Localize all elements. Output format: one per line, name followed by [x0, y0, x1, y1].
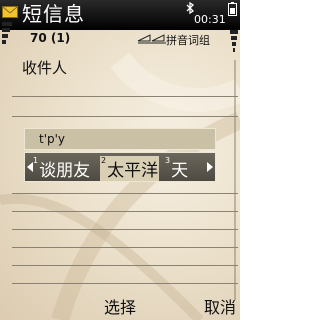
- clock: 00:31: [194, 13, 226, 26]
- recipient-field-label[interactable]: 收件人: [22, 57, 67, 78]
- candidate-3[interactable]: 3天: [165, 156, 188, 181]
- editor-rule-line: [12, 211, 238, 212]
- editor-rule-line: [12, 283, 238, 284]
- cancel-softkey[interactable]: 取消: [204, 294, 236, 318]
- chevron-right-icon[interactable]: [207, 162, 213, 172]
- editor-rule-line: [12, 116, 238, 117]
- scrollbar[interactable]: [232, 60, 238, 300]
- mail-envelope-icon: [2, 6, 18, 18]
- char-counter: 70 (1): [30, 31, 71, 45]
- editor-rule-line: [12, 229, 238, 230]
- battery-icon: [228, 2, 237, 16]
- candidate-list[interactable]: 1谈朋友 2太平洋 3天: [24, 152, 216, 182]
- editor-rule-line: [12, 265, 238, 266]
- pinyin-text: t'p'y: [39, 132, 66, 146]
- pinyin-input-row[interactable]: t'p'y: [24, 128, 216, 150]
- select-softkey[interactable]: 选择: [104, 294, 136, 318]
- candidate-2[interactable]: 2太平洋: [100, 156, 160, 181]
- editor-rule-line: [12, 193, 238, 194]
- status-bar: 短信息 00:31: [0, 0, 240, 30]
- input-mode-indicator: 拼音词组: [166, 34, 210, 47]
- app-title: 短信息: [22, 2, 85, 26]
- editor-rule-line: [12, 247, 238, 248]
- bluetooth-icon: [186, 2, 194, 14]
- battery-level-icon: [230, 30, 238, 52]
- editor-rule-line: [12, 96, 238, 97]
- text-direction-icon: [137, 34, 166, 44]
- candidate-1[interactable]: 1谈朋友: [33, 156, 90, 181]
